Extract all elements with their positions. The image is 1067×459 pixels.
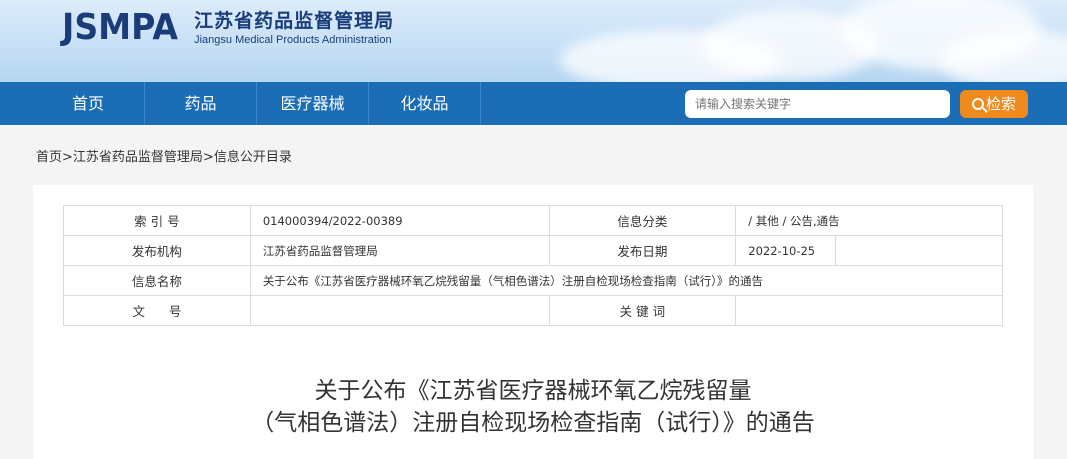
breadcrumb-current[interactable]: 信息公开目录 <box>214 150 292 165</box>
date-value: 2022-10-25 <box>735 235 837 266</box>
index-value: 014000394/2022-00389 <box>249 205 550 236</box>
header-banner: JSMPA 江苏省药品监督管理局 Jiangsu Medical Product… <box>0 0 1067 82</box>
search-button-label: 检索 <box>985 95 1016 113</box>
nav-item-drugs[interactable]: 药品 <box>145 82 257 125</box>
breadcrumb: 首页>江苏省药品监督管理局>信息公开目录 <box>36 146 292 165</box>
publisher-value: 江苏省药品监督管理局 <box>249 235 550 266</box>
nav-item-home[interactable]: 首页 <box>32 82 145 125</box>
main-nav: 首页 药品 医疗器械 化妆品 检索 <box>0 82 1067 125</box>
keywords-value <box>735 295 1003 326</box>
table-row: 信息名称 关于公布《江苏省医疗器械环氧乙烷残留量（气相色谱法）注册自检现场检查指… <box>63 265 1004 296</box>
publisher-label: 发布机构 <box>63 235 251 266</box>
breadcrumb-org[interactable]: 江苏省药品监督管理局 <box>73 150 203 165</box>
content-panel: 索 引 号 014000394/2022-00389 信息分类 / 其他 / 公… <box>33 185 1033 459</box>
breadcrumb-home[interactable]: 首页 <box>36 150 62 165</box>
breadcrumb-sep: > <box>202 150 214 165</box>
site-logo[interactable]: JSMPA 江苏省药品监督管理局 Jiangsu Medical Product… <box>62 6 394 50</box>
empty-cell <box>835 235 1003 266</box>
article-title-line1: 关于公布《江苏省医疗器械环氧乙烷残留量 <box>314 378 752 404</box>
nav-item-cosmetics[interactable]: 化妆品 <box>369 82 481 125</box>
org-name-en: Jiangsu Medical Products Administration <box>194 34 392 46</box>
index-label: 索 引 号 <box>63 205 251 236</box>
article-title-line2: （气相色谱法）注册自检现场检查指南（试行）》的通告 <box>251 410 815 436</box>
docno-label: 文 号 <box>63 295 251 326</box>
table-row: 文 号 关 键 词 <box>63 295 1003 326</box>
search-input[interactable] <box>685 90 950 118</box>
search-icon <box>971 98 984 110</box>
name-label: 信息名称 <box>63 265 251 296</box>
logo-abbr: JSMPA <box>62 7 179 48</box>
category-value: / 其他 / 公告,通告 <box>735 205 1003 236</box>
keywords-label: 关 键 词 <box>548 295 737 326</box>
org-name-cn: 江苏省药品监督管理局 <box>194 10 395 32</box>
date-label: 发布日期 <box>548 235 737 266</box>
name-value: 关于公布《江苏省医疗器械环氧乙烷残留量（气相色谱法）注册自检现场检查指南（试行）… <box>249 265 1004 296</box>
article-title: 关于公布《江苏省医疗器械环氧乙烷残留量 （气相色谱法）注册自检现场检查指南（试行… <box>33 375 1033 439</box>
docno-value <box>249 295 550 326</box>
nav-item-medical-devices[interactable]: 医疗器械 <box>257 82 369 125</box>
search-button[interactable]: 检索 <box>960 90 1028 118</box>
table-row: 索 引 号 014000394/2022-00389 信息分类 / 其他 / 公… <box>63 205 1003 236</box>
breadcrumb-sep: > <box>62 150 73 165</box>
table-row: 发布机构 江苏省药品监督管理局 发布日期 2022-10-25 <box>63 235 1003 266</box>
category-label: 信息分类 <box>548 205 737 236</box>
info-table: 索 引 号 014000394/2022-00389 信息分类 / 其他 / 公… <box>63 205 1004 326</box>
